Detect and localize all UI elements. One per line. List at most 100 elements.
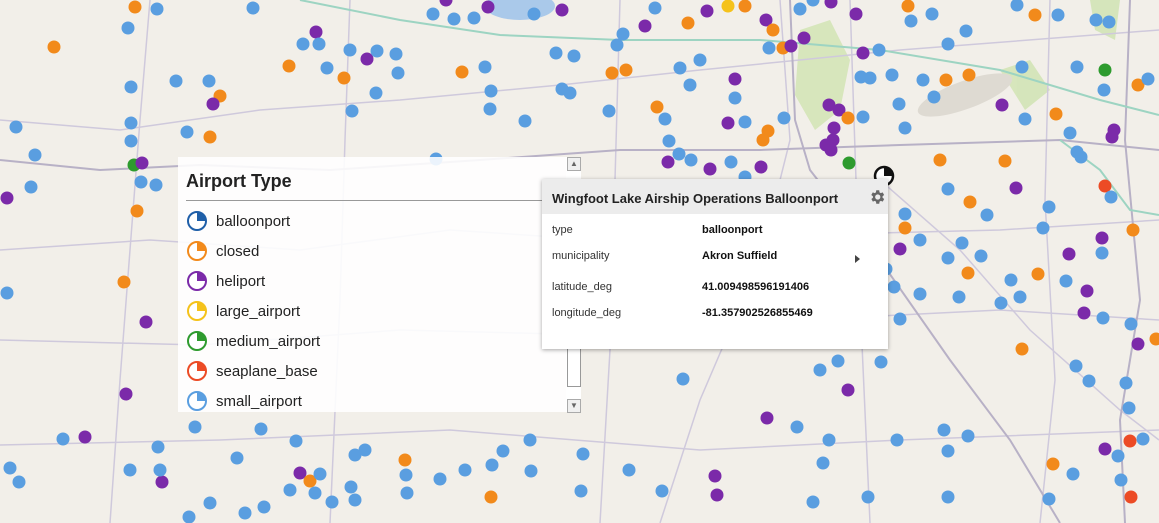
airport-marker[interactable] bbox=[959, 24, 973, 38]
airport-marker[interactable] bbox=[549, 46, 563, 60]
airport-marker[interactable] bbox=[841, 383, 855, 397]
airport-marker[interactable] bbox=[784, 39, 798, 53]
airport-marker[interactable] bbox=[206, 97, 220, 111]
airport-marker[interactable] bbox=[119, 387, 133, 401]
airport-marker[interactable] bbox=[1015, 342, 1029, 356]
airport-marker[interactable] bbox=[762, 41, 776, 55]
airport-marker[interactable] bbox=[1009, 181, 1023, 195]
scroll-up-icon[interactable]: ▲ bbox=[567, 157, 581, 171]
airport-marker[interactable] bbox=[309, 25, 323, 39]
airport-marker[interactable] bbox=[182, 510, 196, 523]
airport-marker[interactable] bbox=[1124, 317, 1138, 331]
airport-marker[interactable] bbox=[721, 0, 735, 13]
airport-marker[interactable] bbox=[683, 78, 697, 92]
airport-marker[interactable] bbox=[941, 251, 955, 265]
airport-marker[interactable] bbox=[155, 475, 169, 489]
airport-marker[interactable] bbox=[1066, 467, 1080, 481]
airport-marker[interactable] bbox=[638, 19, 652, 33]
airport-marker[interactable] bbox=[478, 60, 492, 74]
airport-marker[interactable] bbox=[842, 156, 856, 170]
airport-marker[interactable] bbox=[1119, 376, 1133, 390]
airport-marker[interactable] bbox=[1018, 112, 1032, 126]
airport-marker[interactable] bbox=[1004, 273, 1018, 287]
airport-marker[interactable] bbox=[913, 233, 927, 247]
airport-marker[interactable] bbox=[790, 420, 804, 434]
airport-marker[interactable] bbox=[893, 242, 907, 256]
airport-marker[interactable] bbox=[998, 154, 1012, 168]
airport-marker[interactable] bbox=[994, 296, 1008, 310]
airport-marker[interactable] bbox=[1131, 337, 1145, 351]
airport-marker[interactable] bbox=[135, 156, 149, 170]
airport-marker[interactable] bbox=[995, 98, 1009, 112]
airport-marker[interactable] bbox=[1069, 359, 1083, 373]
legend-item-medium-airport[interactable]: medium_airport bbox=[186, 329, 320, 353]
airport-marker[interactable] bbox=[927, 90, 941, 104]
airport-marker[interactable] bbox=[676, 372, 690, 386]
airport-marker[interactable] bbox=[496, 444, 510, 458]
airport-marker[interactable] bbox=[933, 153, 947, 167]
airport-marker[interactable] bbox=[139, 315, 153, 329]
airport-marker[interactable] bbox=[898, 207, 912, 221]
airport-marker[interactable] bbox=[518, 114, 532, 128]
airport-marker[interactable] bbox=[898, 221, 912, 235]
airport-marker[interactable] bbox=[961, 266, 975, 280]
airport-marker[interactable] bbox=[728, 91, 742, 105]
airport-marker[interactable] bbox=[974, 249, 988, 263]
airport-marker[interactable] bbox=[681, 16, 695, 30]
airport-marker[interactable] bbox=[610, 38, 624, 52]
airport-marker[interactable] bbox=[0, 191, 14, 205]
airport-marker[interactable] bbox=[1046, 457, 1060, 471]
expand-arrow-icon[interactable] bbox=[855, 255, 860, 263]
legend-item-small-airport[interactable]: small_airport bbox=[186, 389, 302, 413]
airport-marker[interactable] bbox=[433, 472, 447, 486]
airport-marker[interactable] bbox=[885, 68, 899, 82]
airport-marker[interactable] bbox=[1062, 247, 1076, 261]
airport-marker[interactable] bbox=[1059, 274, 1073, 288]
airport-marker[interactable] bbox=[348, 493, 362, 507]
airport-marker[interactable] bbox=[980, 208, 994, 222]
airport-marker[interactable] bbox=[134, 175, 148, 189]
airport-marker[interactable] bbox=[78, 430, 92, 444]
airport-marker[interactable] bbox=[282, 59, 296, 73]
airport-marker[interactable] bbox=[841, 111, 855, 125]
airport-marker[interactable] bbox=[962, 68, 976, 82]
airport-marker[interactable] bbox=[1095, 231, 1109, 245]
airport-marker[interactable] bbox=[124, 80, 138, 94]
airport-marker[interactable] bbox=[391, 66, 405, 80]
airport-marker[interactable] bbox=[1098, 442, 1112, 456]
airport-marker[interactable] bbox=[1077, 306, 1091, 320]
airport-marker[interactable] bbox=[308, 486, 322, 500]
airport-marker[interactable] bbox=[760, 411, 774, 425]
airport-marker[interactable] bbox=[650, 100, 664, 114]
airport-marker[interactable] bbox=[756, 133, 770, 147]
airport-marker[interactable] bbox=[672, 147, 686, 161]
airport-marker[interactable] bbox=[3, 461, 17, 475]
airport-marker[interactable] bbox=[1015, 60, 1029, 74]
airport-marker[interactable] bbox=[344, 480, 358, 494]
airport-marker[interactable] bbox=[1070, 60, 1084, 74]
airport-marker[interactable] bbox=[1013, 290, 1027, 304]
airport-marker[interactable] bbox=[941, 37, 955, 51]
airport-marker[interactable] bbox=[813, 363, 827, 377]
airport-marker[interactable] bbox=[700, 4, 714, 18]
airport-marker[interactable] bbox=[939, 73, 953, 87]
airport-marker[interactable] bbox=[892, 97, 906, 111]
airport-marker[interactable] bbox=[24, 180, 38, 194]
airport-marker[interactable] bbox=[738, 115, 752, 129]
airport-marker[interactable] bbox=[1098, 179, 1112, 193]
airport-marker[interactable] bbox=[337, 71, 351, 85]
airport-marker[interactable] bbox=[151, 440, 165, 454]
airport-marker[interactable] bbox=[283, 483, 297, 497]
airport-marker[interactable] bbox=[246, 1, 260, 15]
airport-marker[interactable] bbox=[856, 110, 870, 124]
airport-marker[interactable] bbox=[312, 37, 326, 51]
airport-marker[interactable] bbox=[887, 280, 901, 294]
legend-item-large-airport[interactable]: large_airport bbox=[186, 299, 300, 323]
airport-marker[interactable] bbox=[1104, 190, 1118, 204]
airport-marker[interactable] bbox=[524, 464, 538, 478]
airport-marker[interactable] bbox=[9, 120, 23, 134]
airport-marker[interactable] bbox=[861, 490, 875, 504]
airport-marker[interactable] bbox=[203, 130, 217, 144]
airport-marker[interactable] bbox=[925, 7, 939, 21]
airport-marker[interactable] bbox=[343, 43, 357, 57]
